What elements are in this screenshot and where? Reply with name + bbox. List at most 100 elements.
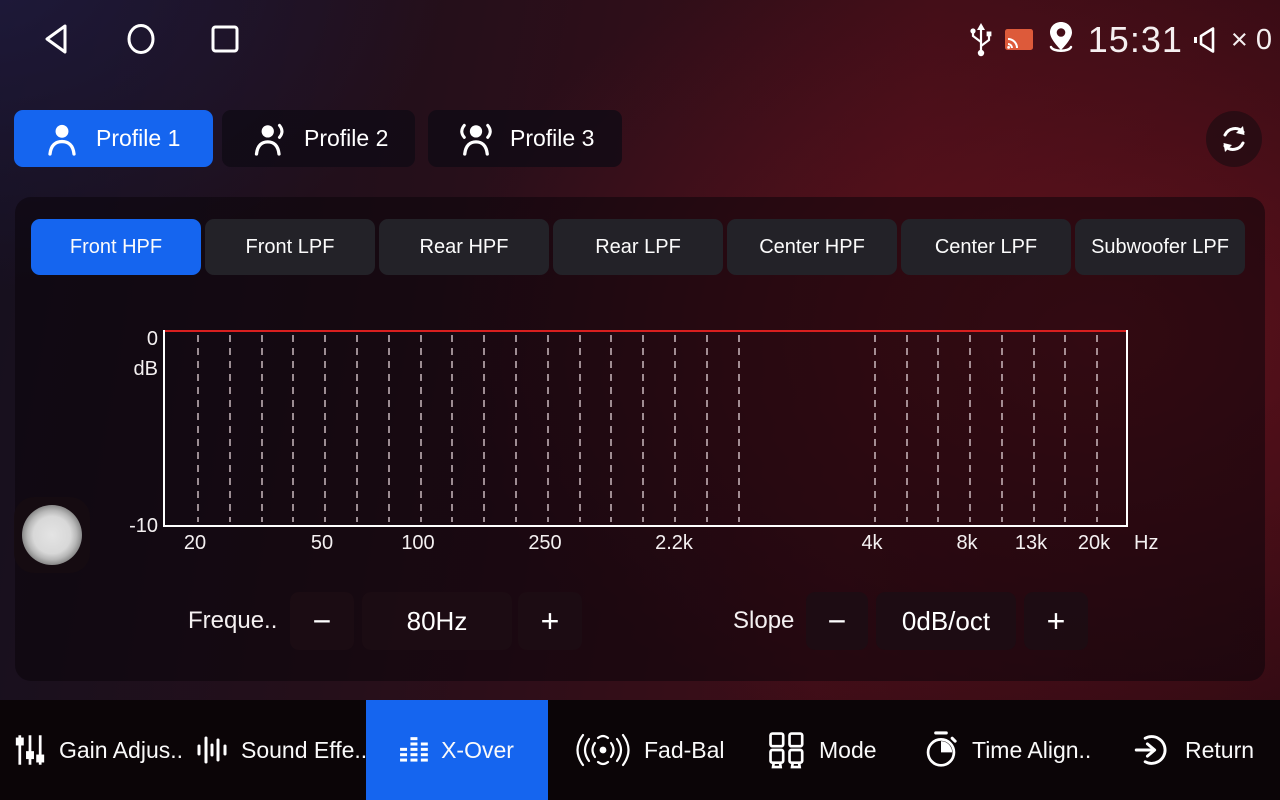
gridline	[1096, 335, 1098, 522]
gridline	[738, 335, 740, 522]
gridline	[706, 335, 708, 522]
gridline	[969, 335, 971, 522]
nav-label: Sound Effe..	[241, 737, 367, 764]
frequency-label: Freque..	[188, 592, 277, 650]
gridline	[642, 335, 644, 522]
gridline	[483, 335, 485, 522]
person-waves-icon	[458, 120, 494, 158]
profile-tab-label: Profile 2	[304, 125, 388, 152]
volume-muted-icon[interactable]	[1193, 25, 1219, 55]
nav-return[interactable]: Return	[1134, 700, 1254, 800]
gridline	[1001, 335, 1003, 522]
nav-label: Gain Adjus..	[59, 737, 183, 764]
nav-label: X-Over	[441, 737, 514, 764]
nav-time-align[interactable]: Time Align..	[923, 700, 1091, 800]
response-curve	[165, 330, 1126, 332]
return-arrow-icon	[1134, 732, 1172, 768]
tab-center-lpf[interactable]: Center LPF	[901, 219, 1071, 275]
y-axis-unit-label: dB	[110, 358, 158, 381]
gain-sliders-icon	[14, 733, 46, 767]
slope-plus-button[interactable]: +	[1024, 592, 1088, 650]
gridline	[292, 335, 294, 522]
x-tick-label: 4k	[861, 532, 882, 555]
x-tick-label: 100	[401, 532, 434, 555]
nav-xover[interactable]: X-Over	[366, 700, 548, 800]
volume-level: × 0	[1231, 24, 1272, 57]
tab-front-hpf[interactable]: Front HPF	[31, 219, 201, 275]
speaker-grid-icon	[768, 731, 806, 769]
reset-sync-button[interactable]	[1206, 111, 1262, 167]
person-icon	[44, 120, 80, 158]
nav-label: Return	[1185, 737, 1254, 764]
gridline	[324, 335, 326, 522]
bottom-nav-bar: Gain Adjus.. Sound Effe.. X-Over	[0, 700, 1280, 800]
nav-label: Fad-Bal	[644, 737, 725, 764]
tab-front-lpf[interactable]: Front LPF	[205, 219, 375, 275]
knob-icon	[22, 505, 82, 565]
gridline	[906, 335, 908, 522]
x-tick-label: 13k	[1015, 532, 1047, 555]
gridline	[229, 335, 231, 522]
gridline	[197, 335, 199, 522]
slope-value: 0dB/oct	[876, 592, 1016, 650]
x-tick-label: 8k	[956, 532, 977, 555]
home-icon[interactable]	[124, 22, 158, 56]
nav-label: Time Align..	[972, 737, 1091, 764]
nav-sound-effect[interactable]: Sound Effe..	[196, 700, 367, 800]
nav-fad-bal[interactable]: Fad-Bal	[575, 700, 725, 800]
person-wave-icon	[252, 120, 288, 158]
back-icon[interactable]	[40, 22, 72, 56]
slope-label: Slope	[733, 592, 794, 650]
nav-label: Mode	[819, 737, 877, 764]
recents-icon[interactable]	[210, 24, 240, 54]
gridline	[451, 335, 453, 522]
stopwatch-icon	[923, 730, 959, 770]
cast-icon	[1004, 27, 1034, 53]
frequency-response-plot[interactable]	[163, 330, 1128, 527]
equalizer-bars-icon	[400, 735, 428, 765]
gridline	[420, 335, 422, 522]
floating-knob-button[interactable]	[14, 497, 90, 573]
frequency-minus-button[interactable]: −	[290, 592, 354, 650]
gridline	[937, 335, 939, 522]
gridline	[1033, 335, 1035, 522]
y-axis-top-label: 0	[110, 328, 158, 351]
x-tick-label: 20	[184, 532, 206, 555]
x-tick-label: 250	[528, 532, 561, 555]
waveform-icon	[196, 733, 228, 767]
profile-tab-1[interactable]: Profile 1	[14, 110, 213, 167]
x-axis-unit-label: Hz	[1134, 532, 1158, 555]
tab-center-hpf[interactable]: Center HPF	[727, 219, 897, 275]
gridline	[515, 335, 517, 522]
gridline	[874, 335, 876, 522]
gridline	[674, 335, 676, 522]
nav-gain-adjust[interactable]: Gain Adjus..	[14, 700, 183, 800]
x-tick-label: 20k	[1078, 532, 1110, 555]
frequency-plus-button[interactable]: +	[518, 592, 582, 650]
gridline	[579, 335, 581, 522]
x-tick-label: 2.2k	[655, 532, 693, 555]
slope-minus-button[interactable]: −	[806, 592, 868, 650]
y-axis-bottom-label: -10	[110, 515, 158, 538]
gridline	[356, 335, 358, 522]
nav-mode[interactable]: Mode	[768, 700, 877, 800]
x-tick-label: 50	[311, 532, 333, 555]
profile-tab-label: Profile 3	[510, 125, 594, 152]
fader-balance-icon	[575, 730, 631, 770]
status-bar: 15:31 × 0	[968, 0, 1272, 80]
profile-tab-2[interactable]: Profile 2	[222, 110, 415, 167]
clock-time: 15:31	[1088, 19, 1183, 61]
tab-subwoofer-lpf[interactable]: Subwoofer LPF	[1075, 219, 1245, 275]
gridline	[1064, 335, 1066, 522]
profile-tab-3[interactable]: Profile 3	[428, 110, 622, 167]
tab-rear-lpf[interactable]: Rear LPF	[553, 219, 723, 275]
usb-icon	[968, 22, 994, 58]
profile-tab-label: Profile 1	[96, 125, 180, 152]
gridline	[261, 335, 263, 522]
gridline	[610, 335, 612, 522]
gridline	[547, 335, 549, 522]
gridline	[388, 335, 390, 522]
frequency-value: 80Hz	[362, 592, 512, 650]
location-icon	[1044, 20, 1078, 60]
tab-rear-hpf[interactable]: Rear HPF	[379, 219, 549, 275]
